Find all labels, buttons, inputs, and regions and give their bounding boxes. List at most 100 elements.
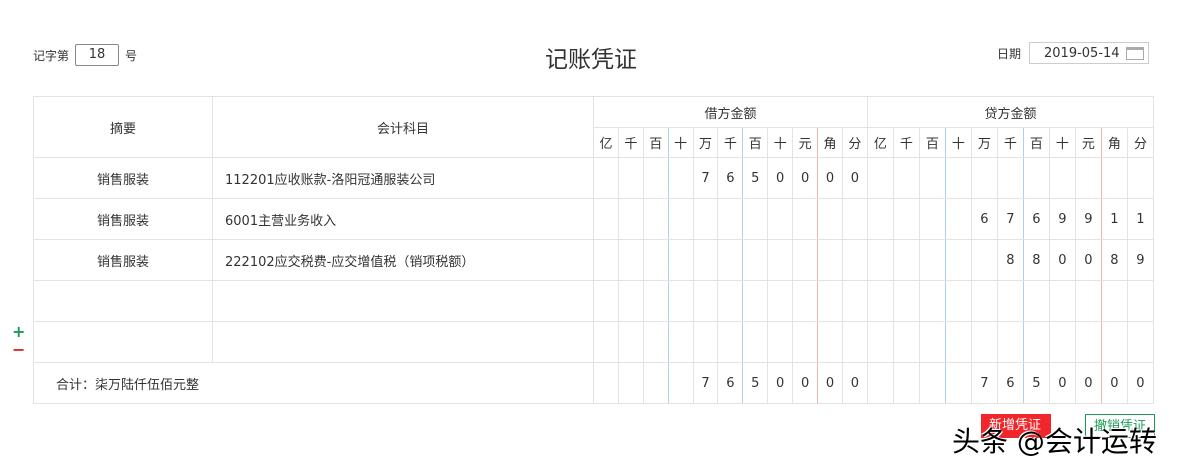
account-cell[interactable]: 112201应收账款-洛阳冠通服装公司: [211, 157, 595, 199]
debit-digit-cell[interactable]: [717, 280, 744, 322]
credit-digit-cell[interactable]: [1074, 280, 1102, 322]
credit-digit-cell[interactable]: [1022, 321, 1050, 363]
debit-digit-cell[interactable]: [742, 198, 769, 240]
debit-digit-cell[interactable]: [692, 321, 719, 363]
summary-cell[interactable]: [33, 321, 213, 363]
debit-digit-cell[interactable]: [717, 321, 744, 363]
remove-row-button[interactable]: −: [12, 340, 25, 359]
debit-digit-cell[interactable]: 6: [717, 157, 744, 199]
credit-digit-cell[interactable]: [1048, 280, 1076, 322]
credit-digit-cell[interactable]: [892, 239, 920, 281]
debit-digit-cell[interactable]: [617, 157, 644, 199]
credit-digit-cell[interactable]: 9: [1048, 198, 1076, 240]
credit-digit-cell[interactable]: [996, 157, 1024, 199]
debit-digit-cell[interactable]: [692, 198, 719, 240]
debit-digit-cell[interactable]: [642, 280, 669, 322]
credit-digit-cell[interactable]: [970, 157, 998, 199]
credit-digit-cell[interactable]: [918, 280, 946, 322]
debit-digit-cell[interactable]: [617, 239, 644, 281]
calendar-icon[interactable]: [1126, 46, 1145, 60]
credit-digit-cell[interactable]: 1: [1100, 198, 1128, 240]
debit-digit-cell[interactable]: [767, 280, 794, 322]
credit-digit-cell[interactable]: [918, 321, 946, 363]
credit-digit-cell[interactable]: 0: [1048, 239, 1076, 281]
add-row-button[interactable]: +: [12, 322, 25, 341]
debit-digit-cell[interactable]: [841, 198, 868, 240]
debit-digit-cell[interactable]: [593, 239, 619, 281]
debit-digit-cell[interactable]: [717, 198, 744, 240]
credit-digit-cell[interactable]: 8: [1022, 239, 1050, 281]
summary-cell[interactable]: 销售服装: [33, 239, 213, 281]
debit-digit-cell[interactable]: [792, 198, 819, 240]
credit-digit-cell[interactable]: [1126, 321, 1155, 363]
credit-digit-cell[interactable]: [944, 239, 972, 281]
debit-digit-cell[interactable]: [667, 157, 694, 199]
credit-digit-cell[interactable]: [970, 321, 998, 363]
debit-digit-cell[interactable]: [617, 198, 644, 240]
credit-digit-cell[interactable]: [1074, 321, 1102, 363]
account-cell[interactable]: [211, 321, 595, 363]
credit-digit-cell[interactable]: [1126, 157, 1155, 199]
credit-digit-cell[interactable]: 8: [996, 239, 1024, 281]
credit-digit-cell[interactable]: 1: [1126, 198, 1155, 240]
debit-digit-cell[interactable]: [767, 239, 794, 281]
credit-digit-cell[interactable]: [944, 321, 972, 363]
debit-digit-cell[interactable]: [817, 321, 843, 363]
debit-digit-cell[interactable]: [642, 157, 669, 199]
debit-digit-cell[interactable]: [792, 280, 819, 322]
credit-digit-cell[interactable]: [892, 280, 920, 322]
credit-digit-cell[interactable]: 0: [1074, 239, 1102, 281]
debit-digit-cell[interactable]: 5: [742, 157, 769, 199]
credit-digit-cell[interactable]: [970, 280, 998, 322]
debit-digit-cell[interactable]: [667, 239, 694, 281]
credit-digit-cell[interactable]: 7: [996, 198, 1024, 240]
debit-digit-cell[interactable]: [841, 280, 868, 322]
credit-digit-cell[interactable]: [1074, 157, 1102, 199]
debit-digit-cell[interactable]: [593, 198, 619, 240]
debit-digit-cell[interactable]: [742, 280, 769, 322]
credit-digit-cell[interactable]: [1048, 157, 1076, 199]
debit-digit-cell[interactable]: [742, 239, 769, 281]
credit-digit-cell[interactable]: [1022, 157, 1050, 199]
debit-digit-cell[interactable]: [667, 198, 694, 240]
debit-digit-cell[interactable]: [593, 280, 619, 322]
credit-digit-cell[interactable]: [866, 239, 894, 281]
credit-digit-cell[interactable]: [892, 157, 920, 199]
summary-cell[interactable]: [33, 280, 213, 322]
credit-digit-cell[interactable]: [866, 321, 894, 363]
debit-digit-cell[interactable]: [817, 198, 843, 240]
credit-digit-cell[interactable]: [892, 198, 920, 240]
debit-digit-cell[interactable]: [642, 198, 669, 240]
credit-digit-cell[interactable]: 6: [970, 198, 998, 240]
credit-digit-cell[interactable]: [944, 157, 972, 199]
date-input[interactable]: 2019-05-14: [1029, 42, 1150, 64]
credit-digit-cell[interactable]: [918, 157, 946, 199]
debit-digit-cell[interactable]: [617, 280, 644, 322]
credit-digit-cell[interactable]: [918, 239, 946, 281]
debit-digit-cell[interactable]: [617, 321, 644, 363]
debit-digit-cell[interactable]: [667, 321, 694, 363]
debit-digit-cell[interactable]: [593, 321, 619, 363]
credit-digit-cell[interactable]: [1022, 280, 1050, 322]
account-cell[interactable]: [211, 280, 595, 322]
account-cell[interactable]: 6001主营业务收入: [211, 198, 595, 240]
credit-digit-cell[interactable]: 9: [1126, 239, 1155, 281]
debit-digit-cell[interactable]: 0: [767, 157, 794, 199]
credit-digit-cell[interactable]: [892, 321, 920, 363]
credit-digit-cell[interactable]: 8: [1100, 239, 1128, 281]
debit-digit-cell[interactable]: [593, 157, 619, 199]
debit-digit-cell[interactable]: [792, 321, 819, 363]
debit-digit-cell[interactable]: [742, 321, 769, 363]
debit-digit-cell[interactable]: [841, 321, 868, 363]
credit-digit-cell[interactable]: [1100, 157, 1128, 199]
debit-digit-cell[interactable]: 0: [817, 157, 843, 199]
debit-digit-cell[interactable]: [642, 321, 669, 363]
credit-digit-cell[interactable]: [1048, 321, 1076, 363]
debit-digit-cell[interactable]: [642, 239, 669, 281]
debit-digit-cell[interactable]: [817, 280, 843, 322]
debit-digit-cell[interactable]: [667, 280, 694, 322]
credit-digit-cell[interactable]: [944, 198, 972, 240]
debit-digit-cell[interactable]: [692, 239, 719, 281]
debit-digit-cell[interactable]: [717, 239, 744, 281]
credit-digit-cell[interactable]: [866, 198, 894, 240]
